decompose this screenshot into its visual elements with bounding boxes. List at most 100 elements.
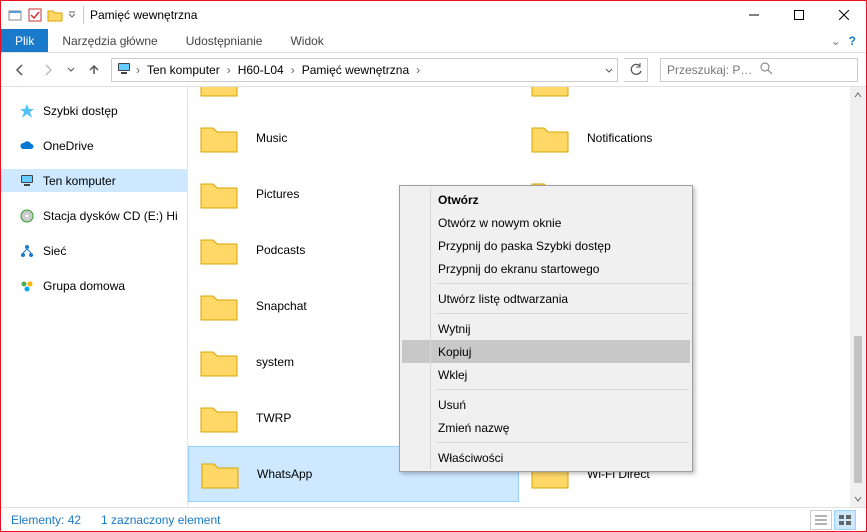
folder-label: Notifications	[587, 131, 652, 145]
ribbon-expand-icon[interactable]: ⌄	[831, 34, 841, 48]
network-icon	[19, 243, 35, 259]
sidebar-label: Grupa domowa	[43, 279, 125, 293]
tab-home[interactable]: Narzędzia główne	[48, 29, 171, 52]
separator	[83, 6, 84, 24]
menu-item-rename[interactable]: Zmień nazwę	[402, 416, 690, 439]
chevron-right-icon[interactable]: ›	[414, 63, 422, 77]
tab-share[interactable]: Udostępnianie	[172, 29, 277, 52]
disc-icon	[19, 208, 35, 224]
menu-item-cut[interactable]: Wytnij	[402, 317, 690, 340]
folder-icon	[198, 176, 240, 212]
menu-item-paste[interactable]: Wklej	[402, 363, 690, 386]
folder-item[interactable]	[519, 87, 850, 110]
view-details-button[interactable]	[810, 510, 832, 530]
sidebar-item-onedrive[interactable]: OneDrive	[1, 134, 187, 157]
search-icon	[759, 61, 851, 78]
scrollbar-thumb[interactable]	[854, 336, 862, 483]
scroll-up-icon[interactable]	[850, 87, 866, 103]
menu-item-pin-quick-access[interactable]: Przypnij do paska Szybki dostęp	[402, 234, 690, 257]
folder-label: system	[256, 355, 294, 369]
chevron-right-icon[interactable]: ›	[134, 63, 142, 77]
menu-separator	[436, 283, 689, 284]
star-icon	[19, 103, 35, 119]
menu-item-delete[interactable]: Usuń	[402, 393, 690, 416]
menu-item-open[interactable]: Otwórz	[402, 188, 690, 211]
window-title: Pamięć wewnętrzna	[86, 1, 731, 29]
folder-label: WhatsApp	[257, 467, 312, 481]
breadcrumb-pc-icon	[116, 61, 132, 78]
title-bar: Pamięć wewnętrzna	[1, 1, 866, 29]
close-button[interactable]	[821, 1, 866, 29]
navigation-pane: Szybki dostęp OneDrive Ten komputer Stac…	[1, 87, 188, 507]
sidebar-item-this-pc[interactable]: Ten komputer	[1, 169, 187, 192]
breadcrumb[interactable]: › Ten komputer › H60-L04 › Pamięć wewnęt…	[111, 58, 618, 82]
status-selected-count: 1 zaznaczony element	[101, 513, 220, 527]
back-button[interactable]	[9, 59, 31, 81]
chevron-right-icon[interactable]: ›	[289, 63, 297, 77]
properties-icon[interactable]	[27, 7, 43, 23]
folder-label: Snapchat	[256, 299, 307, 313]
forward-button[interactable]	[37, 59, 59, 81]
minimize-button[interactable]	[731, 1, 776, 29]
folder-label: Music	[256, 131, 287, 145]
chevron-right-icon[interactable]: ›	[225, 63, 233, 77]
qat-dropdown-icon[interactable]	[67, 7, 77, 23]
maximize-button[interactable]	[776, 1, 821, 29]
folder-icon	[198, 120, 240, 156]
app-icon	[7, 7, 23, 23]
folder-icon	[198, 400, 240, 436]
refresh-button[interactable]	[624, 58, 648, 82]
menu-separator	[436, 313, 689, 314]
menu-item-properties[interactable]: Właściwości	[402, 446, 690, 469]
context-menu: Otwórz Otwórz w nowym oknie Przypnij do …	[399, 185, 693, 472]
help-icon[interactable]: ?	[849, 34, 856, 48]
folder-label: Pictures	[256, 187, 299, 201]
cloud-icon	[19, 138, 35, 154]
search-input[interactable]: Przeszukaj: Pamięć wewnętrz...	[660, 58, 858, 82]
window-controls	[731, 1, 866, 29]
menu-item-pin-start[interactable]: Przypnij do ekranu startowego	[402, 257, 690, 280]
folder-icon	[529, 120, 571, 156]
sidebar-item-network[interactable]: Sieć	[1, 239, 187, 262]
homegroup-icon	[19, 278, 35, 294]
up-button[interactable]	[83, 59, 105, 81]
breadcrumb-item-device[interactable]: H60-L04	[235, 63, 287, 77]
folder-icon	[198, 288, 240, 324]
folder-label: TWRP	[256, 411, 291, 425]
breadcrumb-item-thispc[interactable]: Ten komputer	[144, 63, 223, 77]
tab-file[interactable]: Plik	[1, 29, 48, 52]
sidebar-label: Szybki dostęp	[43, 104, 118, 118]
menu-item-open-new-window[interactable]: Otwórz w nowym oknie	[402, 211, 690, 234]
folder-item-notifications[interactable]: Notifications	[519, 110, 850, 166]
menu-separator	[436, 389, 689, 390]
menu-item-copy[interactable]: Kopiuj	[402, 340, 690, 363]
menu-separator	[436, 442, 689, 443]
folder-icon	[198, 87, 240, 100]
folder-icon[interactable]	[47, 7, 63, 23]
sidebar-label: OneDrive	[43, 139, 94, 153]
recent-dropdown-icon[interactable]	[65, 59, 77, 81]
address-bar-row: › Ten komputer › H60-L04 › Pamięć wewnęt…	[1, 53, 866, 87]
scroll-down-icon[interactable]	[850, 491, 866, 507]
address-dropdown-icon[interactable]	[605, 63, 613, 77]
tab-view[interactable]: Widok	[276, 29, 337, 52]
sidebar-item-quick-access[interactable]: Szybki dostęp	[1, 99, 187, 122]
sidebar-item-cd-drive[interactable]: Stacja dysków CD (E:) Hi	[1, 204, 187, 227]
sidebar-item-homegroup[interactable]: Grupa domowa	[1, 274, 187, 297]
status-bar: Elementy: 42 1 zaznaczony element	[1, 507, 866, 531]
ribbon-tabs: Plik Narzędzia główne Udostępnianie Wido…	[1, 29, 866, 53]
folder-item-music[interactable]: Music	[188, 110, 519, 166]
view-large-icons-button[interactable]	[834, 510, 856, 530]
search-placeholder: Przeszukaj: Pamięć wewnętrz...	[667, 63, 759, 77]
status-item-count: Elementy: 42	[11, 513, 81, 527]
folder-icon	[199, 456, 241, 492]
sidebar-label: Stacja dysków CD (E:) Hi	[43, 209, 178, 223]
menu-item-create-playlist[interactable]: Utwórz listę odtwarzania	[402, 287, 690, 310]
folder-label: Podcasts	[256, 243, 305, 257]
vertical-scrollbar[interactable]	[850, 87, 866, 507]
folder-item[interactable]	[188, 87, 519, 110]
sidebar-label: Ten komputer	[43, 174, 116, 188]
quick-access-toolbar	[1, 1, 86, 29]
folder-icon	[198, 344, 240, 380]
breadcrumb-item-storage[interactable]: Pamięć wewnętrzna	[299, 63, 412, 77]
